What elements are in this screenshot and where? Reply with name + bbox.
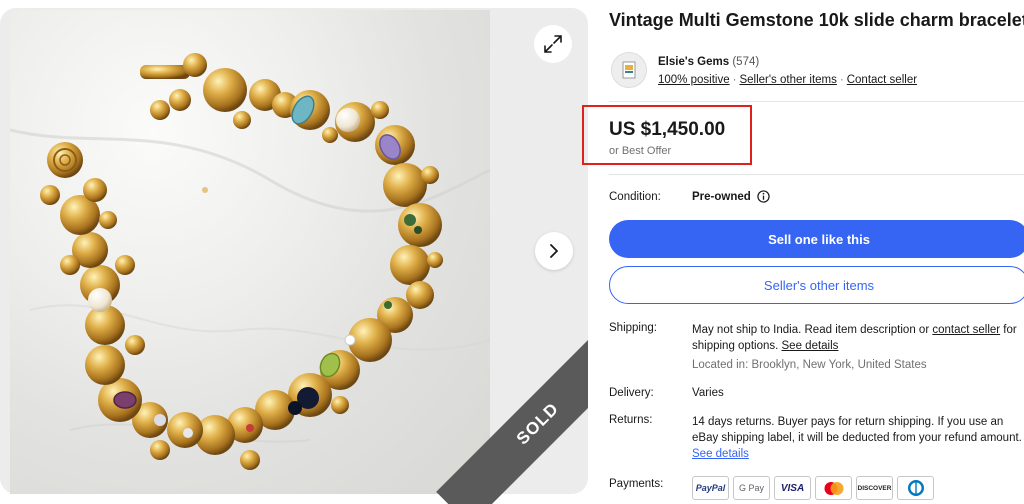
returns-label: Returns: xyxy=(609,414,653,426)
shipping-text-1: May not ship to India. Read item descrip… xyxy=(692,324,933,336)
delivery-value: Varies xyxy=(692,387,724,399)
seller-name[interactable]: Elsie's Gems xyxy=(658,56,729,68)
item-location: Located in: Brooklyn, New York, United S… xyxy=(692,359,927,371)
returns-details: 14 days returns. Buyer pays for return s… xyxy=(692,414,1024,462)
bracelet-image xyxy=(10,53,490,470)
sellers-other-items-button[interactable]: Seller's other items xyxy=(609,266,1024,304)
shipping-label: Shipping: xyxy=(609,322,657,334)
info-icon[interactable] xyxy=(757,190,770,203)
item-price: US $1,450.00 xyxy=(609,119,726,140)
product-photo[interactable] xyxy=(10,10,490,494)
contact-seller-inline-link[interactable]: contact seller xyxy=(932,324,1000,336)
condition-label: Condition: xyxy=(609,191,661,203)
divider xyxy=(609,174,1024,175)
seller-other-items-link[interactable]: Seller's other items xyxy=(739,74,836,86)
condition-value-row: Pre-owned xyxy=(692,190,770,203)
returns-text: 14 days returns. Buyer pays for return s… xyxy=(692,416,1022,444)
seller-feedback-count: (574) xyxy=(732,56,760,68)
delivery-label: Delivery: xyxy=(609,387,654,399)
paypal-icon: PayPal xyxy=(692,476,729,500)
seller-positive-link[interactable]: 100% positive xyxy=(658,74,730,86)
returns-see-details-link[interactable]: See details xyxy=(692,448,749,460)
store-logo-icon xyxy=(622,61,636,79)
seller-card: Elsie's Gems (574) 100% positive · Seller'… xyxy=(609,52,1024,92)
seller-links: 100% positive · Seller's other items · Conta… xyxy=(658,74,917,86)
chevron-right-icon xyxy=(550,244,558,258)
separator-dot: · xyxy=(839,74,844,86)
expand-image-button[interactable] xyxy=(534,25,572,63)
expand-icon xyxy=(544,35,562,53)
discover-icon: DISCOVER xyxy=(856,476,893,500)
payment-methods: PayPal G Pay VISA DISCOVER xyxy=(692,476,934,500)
google-pay-icon: G Pay xyxy=(733,476,770,500)
divider xyxy=(609,101,1024,102)
next-image-button[interactable] xyxy=(535,232,573,270)
payments-label: Payments: xyxy=(609,478,664,490)
condition-value: Pre-owned xyxy=(692,190,751,203)
seller-name-line: Elsie's Gems (574) xyxy=(658,56,759,68)
shipping-details: May not ship to India. Read item descrip… xyxy=(692,322,1024,354)
shipping-see-details-link[interactable]: See details xyxy=(782,340,839,352)
image-gallery: SOLD xyxy=(0,0,588,504)
mastercard-icon xyxy=(815,476,852,500)
diners-club-icon xyxy=(897,476,934,500)
contact-seller-link[interactable]: Contact seller xyxy=(847,74,917,86)
visa-icon: VISA xyxy=(774,476,811,500)
listing-details: Vintage Multi Gemstone 10k slide charm b… xyxy=(582,0,1024,504)
item-title: Vintage Multi Gemstone 10k slide charm b… xyxy=(609,10,1024,30)
separator-dot: · xyxy=(732,74,737,86)
seller-avatar[interactable] xyxy=(611,52,647,88)
sell-one-like-this-button[interactable]: Sell one like this xyxy=(609,220,1024,258)
best-offer-text: or Best Offer xyxy=(609,145,672,157)
